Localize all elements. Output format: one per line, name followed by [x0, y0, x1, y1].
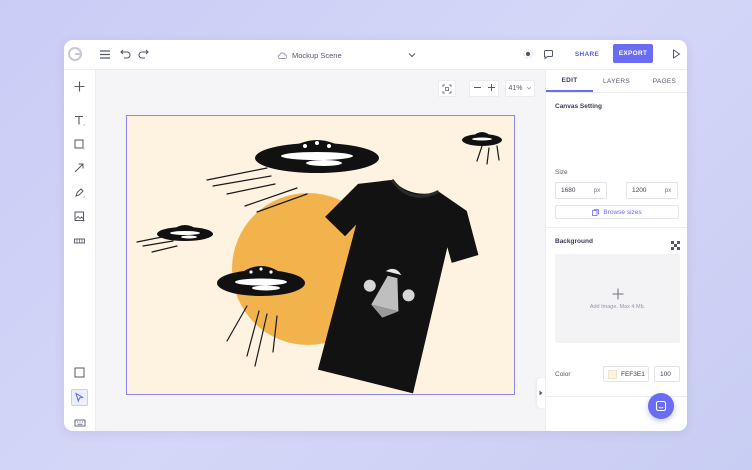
upload-hint: Add Image. Max 4 Mb. [589, 303, 646, 310]
left-toolbar [64, 70, 96, 431]
tab-layers[interactable]: LAYERS [593, 70, 640, 92]
cloud-icon [277, 52, 287, 59]
add-element-icon[interactable] [71, 78, 88, 95]
zoom-level: 41% [508, 85, 523, 92]
panel-toggle-handle[interactable] [537, 378, 545, 408]
browse-sizes-button[interactable]: Browse sizes [555, 205, 679, 219]
theme-icon[interactable] [521, 47, 535, 61]
image-tool-icon[interactable] [71, 208, 88, 225]
document-title[interactable]: Mockup Scene [277, 48, 416, 62]
copy-icon [592, 208, 600, 216]
properties-panel: EDIT LAYERS PAGES Canvas Setting Size px… [545, 70, 687, 431]
chevron-down-icon [526, 85, 532, 93]
export-button[interactable]: EXPORT [613, 44, 653, 63]
divider [546, 227, 687, 228]
arrow-tool-icon[interactable] [71, 160, 88, 177]
canvas-workspace: 41% [96, 70, 545, 431]
color-label: Color [555, 371, 571, 378]
play-icon[interactable] [669, 47, 683, 61]
mockup-artwork [136, 132, 502, 394]
tab-pages[interactable]: PAGES [641, 70, 687, 92]
zoom-controls [469, 80, 499, 97]
chevron-right-icon [539, 390, 543, 396]
height-unit: px [664, 187, 672, 194]
frame-tool-icon[interactable] [71, 364, 88, 381]
transparent-grid-icon[interactable] [671, 237, 680, 255]
shape-tool-icon[interactable] [71, 136, 88, 153]
pen-tool-icon[interactable] [71, 184, 88, 201]
select-tool-icon[interactable] [71, 389, 88, 406]
ufo-small-left [157, 225, 213, 241]
tab-edit[interactable]: EDIT [546, 70, 593, 92]
opacity-input[interactable] [654, 366, 680, 382]
width-unit: px [593, 187, 601, 194]
table-tool-icon[interactable] [71, 232, 88, 249]
fit-screen-icon[interactable] [438, 80, 456, 97]
color-hex-value: FEF3E1 [621, 370, 645, 378]
share-button[interactable]: SHARE [571, 45, 603, 63]
zoom-select[interactable]: 41% [505, 80, 535, 97]
canvas-setting-title: Canvas Setting [555, 103, 602, 110]
background-image-upload[interactable]: Add Image. Max 4 Mb. [555, 254, 680, 343]
chat-icon [655, 400, 667, 412]
panel-tabs: EDIT LAYERS PAGES [546, 70, 687, 93]
zoom-in-icon[interactable] [487, 83, 496, 94]
keyboard-icon[interactable] [71, 414, 88, 431]
background-title: Background [555, 238, 593, 245]
top-bar: Mockup Scene SHARE EXPORT [64, 40, 687, 70]
document-title-label: Mockup Scene [292, 50, 342, 60]
text-tool-icon[interactable] [71, 112, 88, 129]
browse-sizes-label: Browse sizes [603, 208, 642, 216]
plus-icon [612, 288, 623, 299]
ufo-small-right [462, 132, 502, 146]
chat-support-button[interactable] [648, 393, 674, 419]
color-picker[interactable]: FEF3E1 [603, 366, 649, 382]
zoom-out-icon[interactable] [473, 83, 482, 94]
design-canvas[interactable] [126, 115, 515, 395]
editor-window: Mockup Scene SHARE EXPORT 41% EDIT LAYER… [64, 40, 687, 431]
chevron-down-icon[interactable] [408, 48, 416, 64]
redo-icon[interactable] [136, 47, 150, 61]
size-label: Size [555, 169, 568, 176]
undo-icon[interactable] [118, 47, 132, 61]
app-logo-icon[interactable] [67, 46, 83, 62]
menu-icon[interactable] [98, 47, 112, 61]
comment-icon[interactable] [541, 47, 555, 61]
ufo-large [255, 140, 379, 173]
color-swatch [608, 369, 617, 379]
